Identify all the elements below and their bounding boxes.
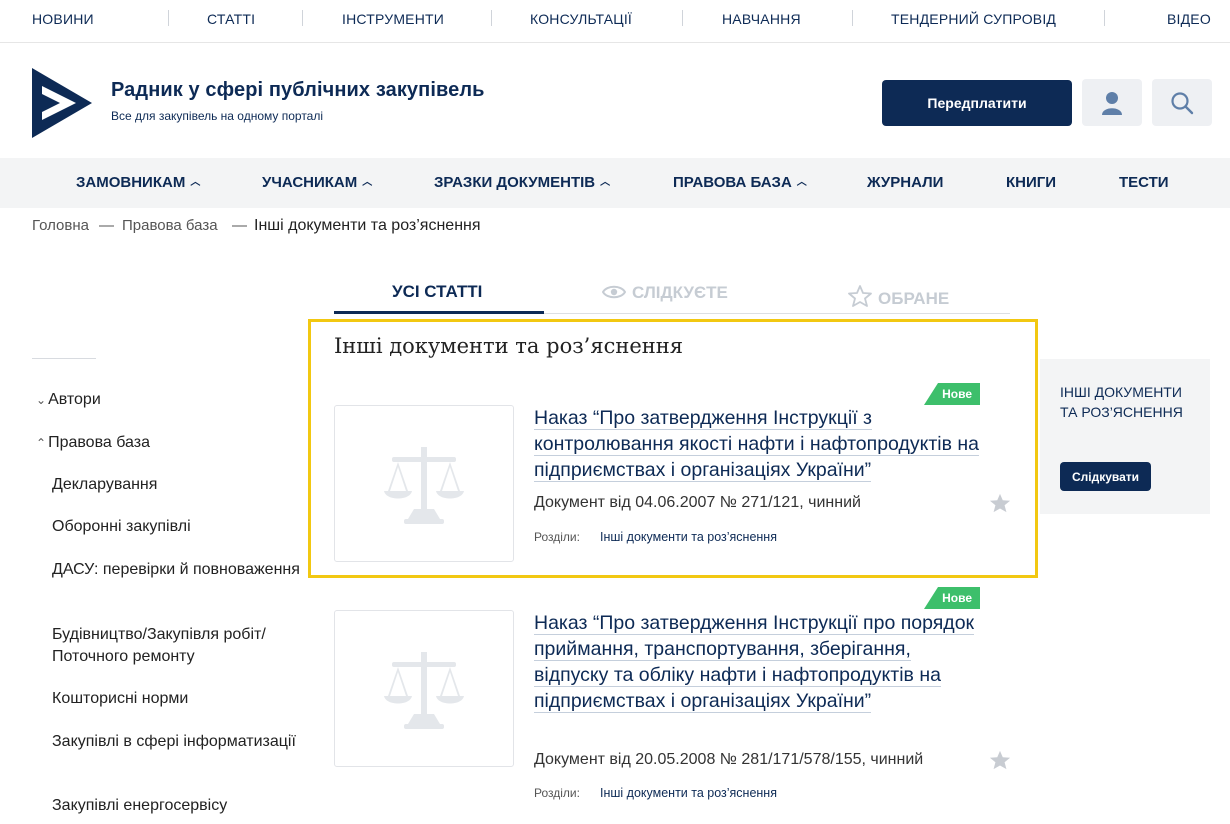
top-navigation: НОВИНИ СТАТТІ ІНСТРУМЕНТИ КОНСУЛЬТАЦІЇ Н… [0,0,1230,43]
chevron-up-icon: ︿ [362,177,373,188]
topnav-divider [852,10,853,26]
rubric-panel: ІНШІ ДОКУМЕНТИ ТА РОЗ’ЯСНЕННЯ Слідкувати [1040,359,1210,514]
follow-button[interactable]: Слідкувати [1060,462,1151,491]
article-title-link[interactable]: Наказ “Про затвердження Інструкції з кон… [534,405,984,483]
search-button[interactable] [1152,79,1212,126]
sidebar-item-energy-service[interactable]: Закупівлі енергосервісу [52,795,307,817]
topnav-divider [682,10,683,26]
new-badge: Нове [924,587,980,609]
sidebar-divider [32,358,96,359]
chevron-down-icon: ⌄ [36,393,47,407]
topnav-divider [168,10,169,26]
mainnav-books[interactable]: КНИГИ [1006,174,1056,191]
mainnav-customers[interactable]: ЗАМОВНИКАМ ︿ [76,174,200,191]
sidebar-item-cost-norms[interactable]: Кошторисні норми [52,688,307,710]
mainnav-journals[interactable]: ЖУРНАЛИ [867,174,943,191]
breadcrumb-home[interactable]: Головна [32,217,89,234]
account-button[interactable] [1082,79,1142,126]
sidebar-item-construction[interactable]: Будівництво/Закупівля робіт/ Поточного р… [52,624,307,668]
breadcrumb-separator: — [232,217,247,234]
tab-following[interactable]: СЛІДКУЄТЕ [601,282,728,303]
section-title: Інші документи та роз’яснення [334,334,684,358]
article-section-link[interactable]: Інші документи та роз’яснення [600,530,777,544]
topnav-articles[interactable]: СТАТТІ [207,11,255,27]
article-thumbnail[interactable] [334,610,514,767]
article-section-link[interactable]: Інші документи та роз’яснення [600,786,777,800]
article-thumbnail[interactable] [334,405,514,562]
topnav-tools[interactable]: ІНСТРУМЕНТИ [342,11,444,27]
star-outline-icon [848,285,872,307]
mainnav-tests[interactable]: ТЕСТИ [1119,174,1169,191]
sidebar-item-informatization[interactable]: Закупівлі в сфері інформатизації [52,731,307,753]
topnav-divider [302,10,303,26]
breadcrumb-current: Інші документи та роз’яснення [254,217,481,234]
sidebar-item-declaration[interactable]: Декларування [52,474,307,496]
user-icon [1102,91,1122,115]
article-sections-label: Розділи: [534,530,580,544]
tab-favorites[interactable]: ОБРАНЕ [848,282,949,309]
subscribe-button[interactable]: Передплатити [882,80,1072,126]
scales-icon [384,651,464,729]
sidebar-item-dasu[interactable]: ДАСУ: перевірки й повноваження [52,559,307,581]
topnav-tender-support[interactable]: ТЕНДЕРНИЙ СУПРОВІД [891,11,1056,27]
site-tagline: Все для закупівель на одному порталі [111,109,324,123]
topnav-news[interactable]: НОВИНИ [32,11,94,27]
topnav-consultations[interactable]: КОНСУЛЬТАЦІЇ [530,11,632,27]
breadcrumb-legal-base[interactable]: Правова база [122,217,218,234]
chevron-up-icon: ︿ [600,177,611,188]
mainnav-participants[interactable]: УЧАСНИКАМ ︿ [262,174,372,191]
site-logo[interactable] [32,68,92,138]
scales-icon [384,446,464,524]
main-navigation: ЗАМОВНИКАМ ︿ УЧАСНИКАМ ︿ ЗРАЗКИ ДОКУМЕНТІВ… [0,158,1230,208]
topnav-divider [491,10,492,26]
mainnav-legal-base[interactable]: ПРАВОВА БАЗА ︿ [673,174,807,191]
article-meta: Документ від 20.05.2008 № 281/171/578/15… [534,751,924,768]
breadcrumb-separator: — [99,217,114,234]
article-title-link[interactable]: Наказ “Про затвердження Інструкції про п… [534,610,984,714]
chevron-up-icon: ︿ [190,177,201,188]
tab-all-articles[interactable]: УСІ СТАТТІ [392,282,482,302]
article-meta: Документ від 04.06.2007 № 271/121, чинни… [534,494,861,511]
site-title[interactable]: Радник у сфері публічних закупівель [111,79,485,102]
tab-active-indicator [334,311,544,314]
topnav-divider [1104,10,1105,26]
eye-icon [601,285,627,299]
sidebar-item-defense-procurement[interactable]: Оборонні закупівлі [52,516,307,538]
chevron-up-icon: ⌃ [36,436,47,450]
sidebar-item-authors[interactable]: ⌄ Автори [36,389,101,411]
favorite-star-icon[interactable] [989,749,1011,771]
rubric-title: ІНШІ ДОКУМЕНТИ ТА РОЗ’ЯСНЕННЯ [1060,384,1183,420]
search-icon [1171,91,1194,114]
topnav-training[interactable]: НАВЧАННЯ [722,11,801,27]
mainnav-document-templates[interactable]: ЗРАЗКИ ДОКУМЕНТІВ ︿ [434,174,610,191]
chevron-up-icon: ︿ [796,177,807,188]
favorite-star-icon[interactable] [989,492,1011,514]
article-sections-label: Розділи: [534,786,580,800]
topnav-video[interactable]: ВІДЕО [1167,11,1211,27]
sidebar-item-legal-base[interactable]: ⌃ Правова база [36,432,150,454]
